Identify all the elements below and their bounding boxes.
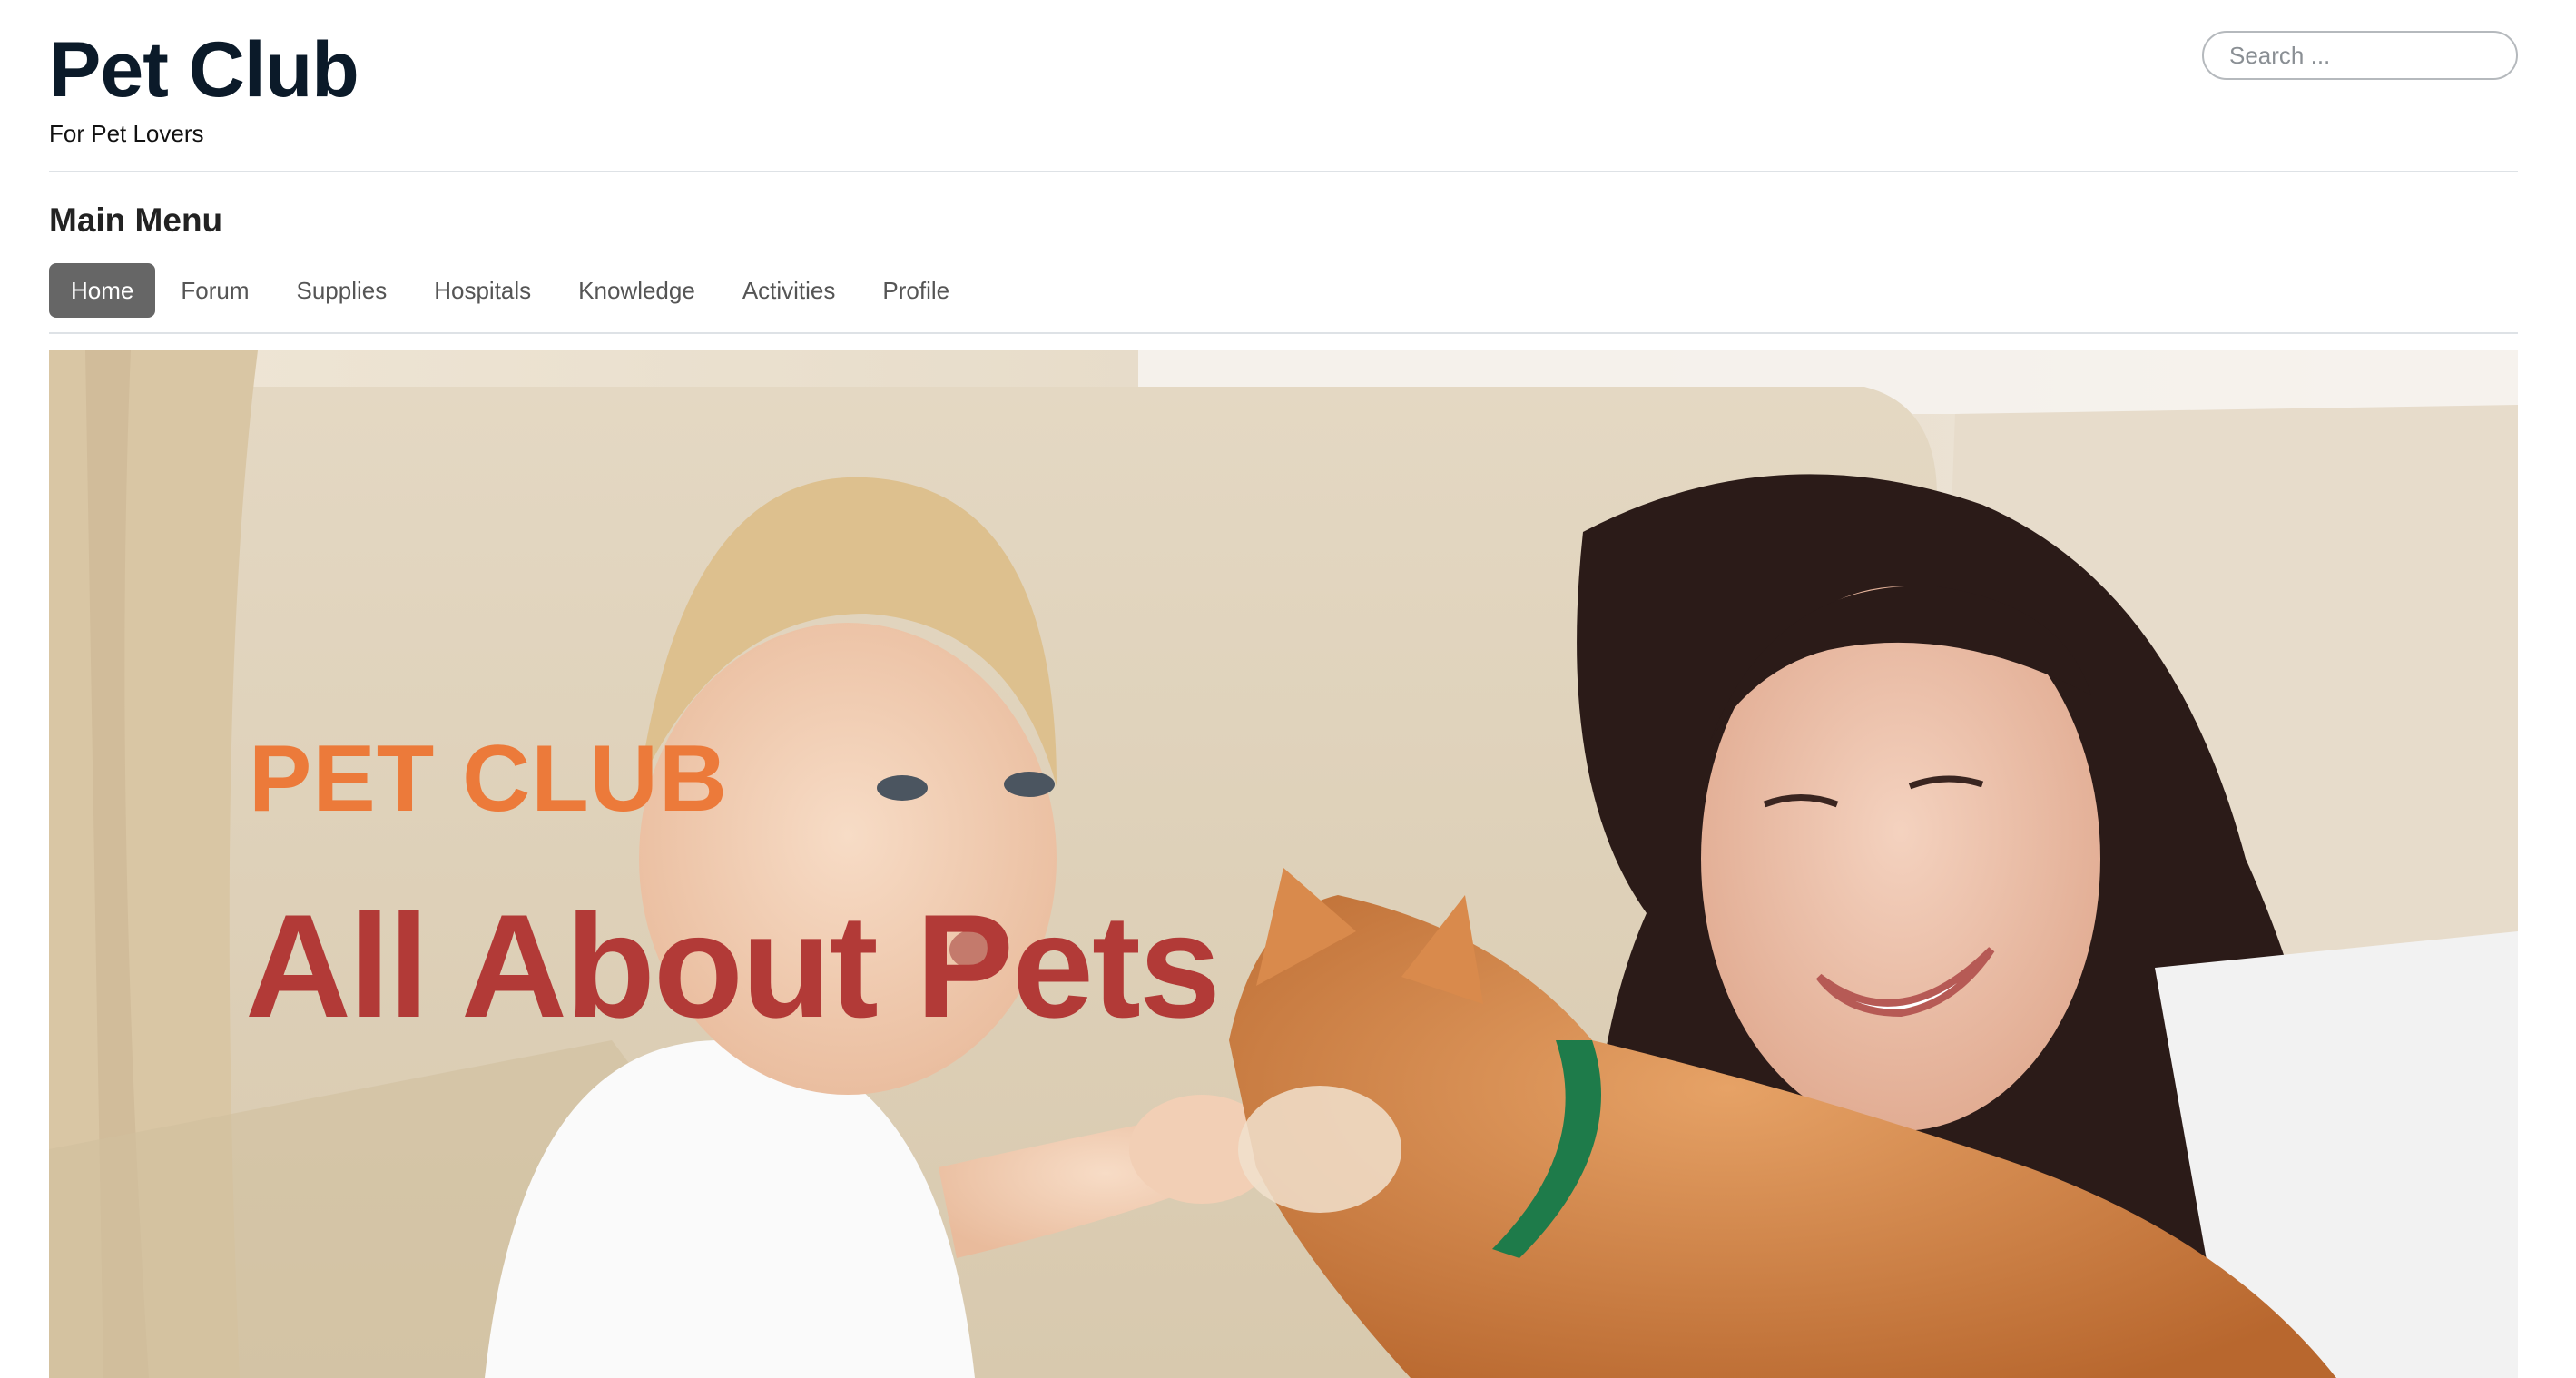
nav-item-profile[interactable]: Profile [860,263,971,318]
hero-banner: PET CLUB All About Pets [49,350,2518,1378]
nav-item-supplies[interactable]: Supplies [274,263,408,318]
main-menu-heading: Main Menu [49,202,223,239]
main-menu: Main Menu Home Forum Supplies Hospitals … [49,172,2518,334]
nav-pills: Home Forum Supplies Hospitals Knowledge … [49,263,975,318]
site-header: Pet Club For Pet Lovers [49,0,2518,172]
hero-kicker: PET CLUB [249,726,728,832]
nav-item-forum[interactable]: Forum [159,263,270,318]
nav-item-knowledge[interactable]: Knowledge [556,263,717,318]
nav-item-hospitals[interactable]: Hospitals [412,263,553,318]
hero-headline: All About Pets [245,884,1221,1048]
page: Pet Club For Pet Lovers Main Menu Home F… [0,0,2576,1378]
nav-item-activities[interactable]: Activities [721,263,858,318]
search-input[interactable] [2204,33,2516,78]
site-title[interactable]: Pet Club [49,31,359,109]
hero-photo [49,350,2518,1378]
nav-item-home[interactable]: Home [49,263,156,318]
search-box [2202,31,2518,80]
site-tagline: For Pet Lovers [49,120,204,147]
